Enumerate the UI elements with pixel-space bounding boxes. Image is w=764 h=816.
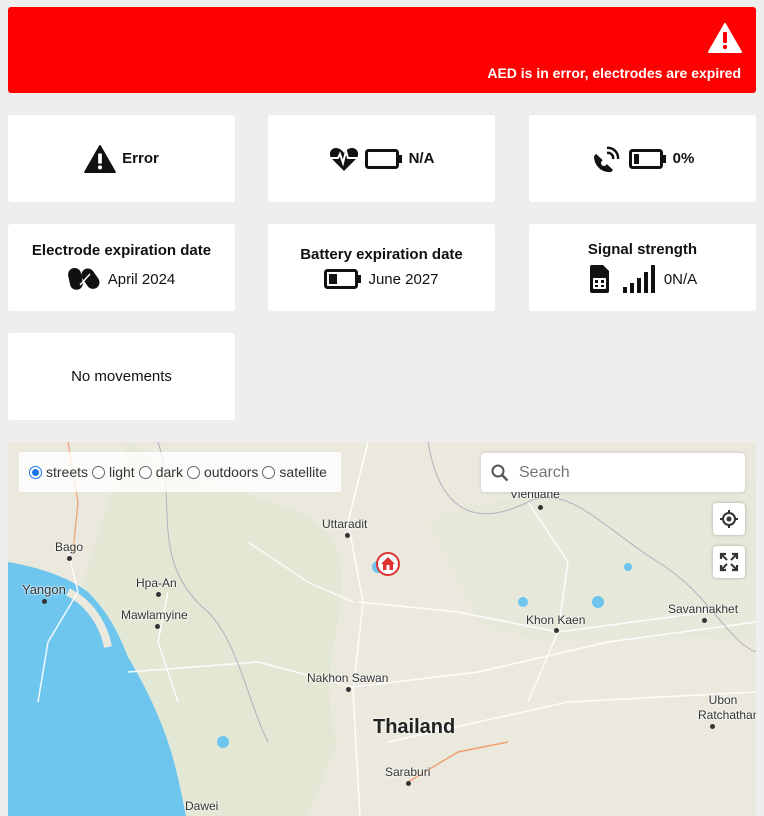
style-dark[interactable]: dark [138,464,183,480]
radio-icon[interactable] [138,465,152,479]
place-dot [155,624,160,629]
battery-empty-icon [364,148,402,169]
battery-percent: 0% [672,150,695,167]
locate-icon [720,510,738,528]
battery-icon [324,269,362,289]
place-dot [554,628,559,633]
fullscreen-button[interactable] [713,546,745,578]
place-label: Yangon [22,582,66,597]
place-dot [538,505,543,510]
status-text: Error [122,150,159,167]
error-banner: AED is in error, electrodes are expired [8,7,756,93]
radio-icon[interactable] [92,465,106,479]
place-label: Nakhon Sawan [307,671,389,685]
place-label: Saraburi [385,765,431,779]
map-style-switcher: streets light dark outdoors satellite [19,452,341,492]
movements-card: No movements [8,333,235,420]
search-icon [491,464,509,481]
electrode-title: Electrode expiration date [31,242,212,259]
signal-value: 0N/A [663,270,698,288]
banner-message: AED is in error, electrodes are expired [487,65,741,81]
place-label: Hpa-An [136,576,177,590]
battery-low-icon [628,148,666,169]
place-dot [67,556,72,561]
signal-bars-icon [622,265,655,293]
sim-card-icon [589,265,609,293]
device-battery-card: N/A [268,115,495,202]
battery-level: N/A [408,150,435,167]
electrode-pads-icon [67,267,100,290]
place-label: Dawei [185,799,219,813]
satellite-dish-icon [593,146,619,172]
signal-title: Signal strength [587,241,698,258]
place-label: Mawlamyine [121,608,188,622]
fullscreen-icon [719,552,739,572]
movements-text: No movements [71,368,172,385]
radio-icon[interactable] [29,465,42,479]
place-dot [42,599,47,604]
radio-icon[interactable] [262,465,276,479]
battery-date: June 2027 [368,270,439,288]
search-input[interactable] [519,463,719,482]
home-marker-icon[interactable] [376,552,400,576]
status-card: Error [8,115,235,202]
place-label: Savannakhet [668,602,739,616]
style-streets[interactable]: streets [29,464,88,480]
map-view[interactable]: streets light dark outdoors satellite Vi… [8,442,756,816]
country-label: Thailand [373,716,456,738]
map-background [8,442,756,816]
geolocate-button[interactable] [713,503,745,535]
place-label: Khon Kaen [526,613,586,627]
battery-title: Battery expiration date [300,246,463,263]
heartbeat-icon [329,146,358,171]
radio-icon[interactable] [186,465,200,479]
electrode-date: April 2024 [107,270,176,288]
place-dot [345,533,350,538]
warning-icon [84,144,117,173]
place-dot [710,724,715,729]
place-dot [156,592,161,597]
warning-icon [708,23,742,53]
place-dot [702,618,707,623]
style-outdoors[interactable]: outdoors [186,464,258,480]
map-search[interactable] [481,453,745,492]
place-dot [346,687,351,692]
style-satellite[interactable]: satellite [262,464,327,480]
place-dot [406,781,411,786]
battery-expiration-card: Battery expiration date June 2027 [268,224,495,311]
place-label: Bago [55,540,84,554]
communication-battery-card: 0% [529,115,756,202]
signal-card: Signal strength 0N/A [529,224,756,311]
style-light[interactable]: light [92,464,135,480]
place-label: Ubon Ratchathani [698,693,756,722]
place-label: Uttaradit [322,517,368,531]
electrode-card: Electrode expiration date April 2024 [8,224,235,311]
